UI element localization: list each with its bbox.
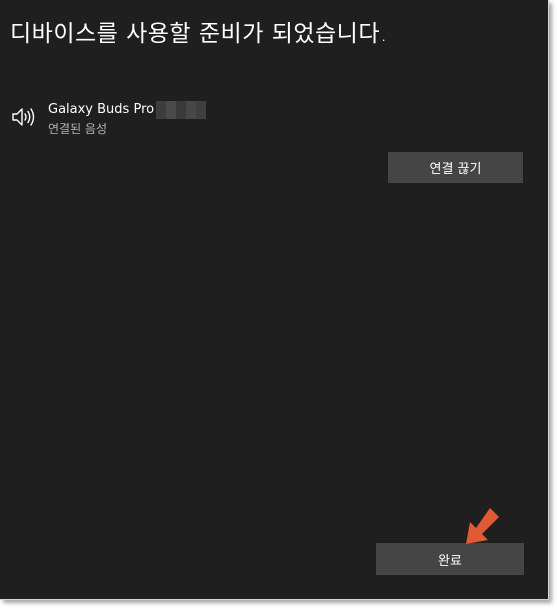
arrow-icon: [466, 508, 499, 544]
redacted-device-suffix: [156, 101, 207, 119]
dialog-title: 디바이스를 사용할 준비가 되었습니다.: [10, 21, 388, 47]
bluetooth-dialog: 디바이스를 사용할 준비가 되었습니다. Galaxy Buds Pro 연결된…: [0, 0, 549, 600]
speaker-icon: [12, 108, 35, 126]
device-name-row: Galaxy Buds Pro: [48, 101, 207, 119]
device-name: Galaxy Buds Pro: [48, 102, 155, 117]
device-entry: Galaxy Buds Pro 연결된 음성: [10, 101, 207, 137]
device-text: Galaxy Buds Pro 연결된 음성: [48, 101, 207, 137]
disconnect-button[interactable]: 연결 끊기: [388, 152, 523, 183]
device-status: 연결된 음성: [48, 122, 108, 136]
